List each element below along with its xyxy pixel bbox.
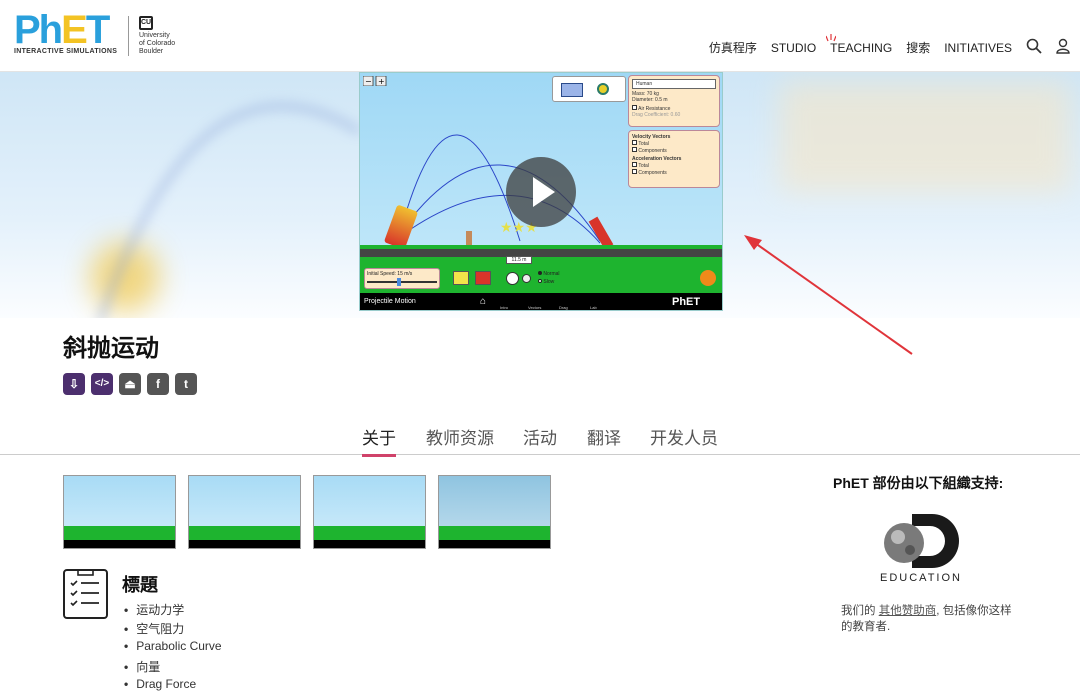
topic-item: Drag Force bbox=[124, 677, 222, 696]
tab-teacher-resources[interactable]: 教师资源 bbox=[426, 424, 494, 449]
download-icon[interactable]: ⇩ bbox=[63, 373, 85, 395]
tab-bar: 关于 教师资源 活动 翻译 开发人员 bbox=[0, 410, 1080, 457]
nav-search[interactable]: 搜索 bbox=[906, 39, 930, 56]
cu-boulder-logo[interactable]: CU University of Colorado Boulder bbox=[128, 16, 175, 56]
distance-readout: 11.5 m bbox=[506, 256, 532, 264]
nav-initiatives[interactable]: INITIATIVES bbox=[944, 41, 1012, 55]
education-label: EDUCATION bbox=[880, 572, 962, 584]
screenshot-gallery bbox=[63, 475, 551, 549]
pause-button[interactable] bbox=[506, 272, 519, 285]
discovery-education-logo[interactable] bbox=[880, 512, 964, 570]
screenshot-thumb-intro[interactable] bbox=[63, 475, 176, 549]
sponsor-note: 我们的 其他赞助商, 包括像你这样的教育者. bbox=[841, 603, 1016, 635]
speed-radio-group[interactable]: Normal Slow bbox=[538, 270, 560, 286]
speed-slider-thumb[interactable] bbox=[397, 278, 401, 286]
nav-teaching[interactable]: TEACHING bbox=[830, 41, 892, 55]
search-icon[interactable] bbox=[1026, 38, 1042, 57]
hero-blur-trajectory bbox=[98, 103, 362, 318]
logo-e: E bbox=[61, 8, 88, 52]
sim-brand: PhET bbox=[672, 296, 701, 308]
facebook-icon[interactable]: f bbox=[147, 373, 169, 395]
normal-label: Normal bbox=[543, 271, 560, 277]
topic-item: 向量 bbox=[124, 658, 222, 677]
logo-ph: Ph bbox=[14, 8, 63, 52]
home-icon[interactable]: ⌂ bbox=[480, 296, 486, 307]
sponsor-heading: PhET 部份由以下組織支持: bbox=[833, 475, 1004, 491]
cu-line1: University bbox=[139, 32, 170, 39]
play-video-button[interactable] bbox=[506, 157, 576, 227]
nav-studio[interactable]: STUDIO bbox=[771, 41, 816, 55]
user-icon[interactable] bbox=[1056, 38, 1070, 57]
screen-vectors[interactable]: Vectors bbox=[528, 305, 541, 310]
initial-speed-label: Initial Speed: 15 m/s bbox=[367, 271, 413, 277]
speed-slider[interactable] bbox=[367, 278, 437, 286]
tab-translations[interactable]: 翻译 bbox=[587, 424, 621, 449]
screenshot-thumb-lab[interactable] bbox=[438, 475, 551, 549]
step-button[interactable] bbox=[522, 274, 531, 283]
sponsor-note-before: 我们的 bbox=[841, 605, 876, 617]
initial-speed-panel: Initial Speed: 15 m/s bbox=[364, 268, 440, 289]
other-sponsors-link[interactable]: 其他赞助商 bbox=[879, 605, 937, 617]
person-icon[interactable]: ⏏ bbox=[119, 373, 141, 395]
phet-logo[interactable]: PhET INTERACTIVE SIMULATIONS bbox=[14, 10, 118, 55]
topic-item: 运动力学 bbox=[124, 601, 222, 620]
sim-navbar: Projectile Motion ⌂ Intro Vectors Drag L… bbox=[360, 293, 722, 310]
page-title: 斜抛运动 bbox=[63, 335, 159, 362]
sim-title: Projectile Motion bbox=[364, 298, 416, 305]
screenshot-thumb-vectors[interactable] bbox=[188, 475, 301, 549]
embed-icon[interactable]: </> bbox=[91, 373, 113, 395]
reset-all-button[interactable] bbox=[700, 270, 716, 286]
eraser-button[interactable] bbox=[453, 271, 469, 285]
screen-drag[interactable]: Drag bbox=[559, 305, 568, 310]
topic-item: 空气阻力 bbox=[124, 620, 222, 639]
cu-line2: of Colorado bbox=[139, 40, 176, 47]
slow-label: Slow bbox=[543, 279, 555, 285]
topics-heading: 標題 bbox=[122, 575, 158, 595]
twitter-icon[interactable]: t bbox=[175, 373, 197, 395]
logo-subtitle: INTERACTIVE SIMULATIONS bbox=[14, 48, 118, 55]
annotation-arrow bbox=[744, 235, 913, 355]
cu-icon: CU bbox=[139, 16, 153, 30]
share-bar: ⇩ </> ⏏ f t bbox=[63, 373, 197, 395]
tab-activities[interactable]: 活动 bbox=[523, 424, 557, 449]
logo-t: T bbox=[85, 8, 110, 52]
topic-item: Parabolic Curve bbox=[124, 639, 221, 658]
screen-lab[interactable]: Lab bbox=[590, 305, 597, 310]
main-nav: 仿真程序 STUDIO TEACHING 搜索 INITIATIVES bbox=[709, 38, 1070, 57]
hero-blur-panel bbox=[780, 82, 1070, 192]
nav-simulations[interactable]: 仿真程序 bbox=[709, 39, 757, 56]
simulation-preview[interactable]: − + Human Mass: 70 kg Diameter: 0.5 m Ai… bbox=[359, 72, 723, 311]
fire-button[interactable] bbox=[475, 271, 491, 285]
screen-intro[interactable]: Intro bbox=[500, 305, 508, 310]
cu-line3: Boulder bbox=[139, 48, 164, 55]
topics-list: 运动力学 空气阻力 Parabolic Curve 向量 Drag Force bbox=[124, 601, 222, 696]
tab-developers[interactable]: 开发人员 bbox=[650, 424, 718, 449]
screenshot-thumb-drag[interactable] bbox=[313, 475, 426, 549]
site-header: PhET INTERACTIVE SIMULATIONS CU Universi… bbox=[0, 0, 1080, 72]
studio-spark-icon bbox=[826, 34, 836, 42]
clipboard-checklist-icon bbox=[63, 568, 108, 619]
sim-road bbox=[360, 249, 722, 257]
tab-about[interactable]: 关于 bbox=[362, 424, 396, 457]
